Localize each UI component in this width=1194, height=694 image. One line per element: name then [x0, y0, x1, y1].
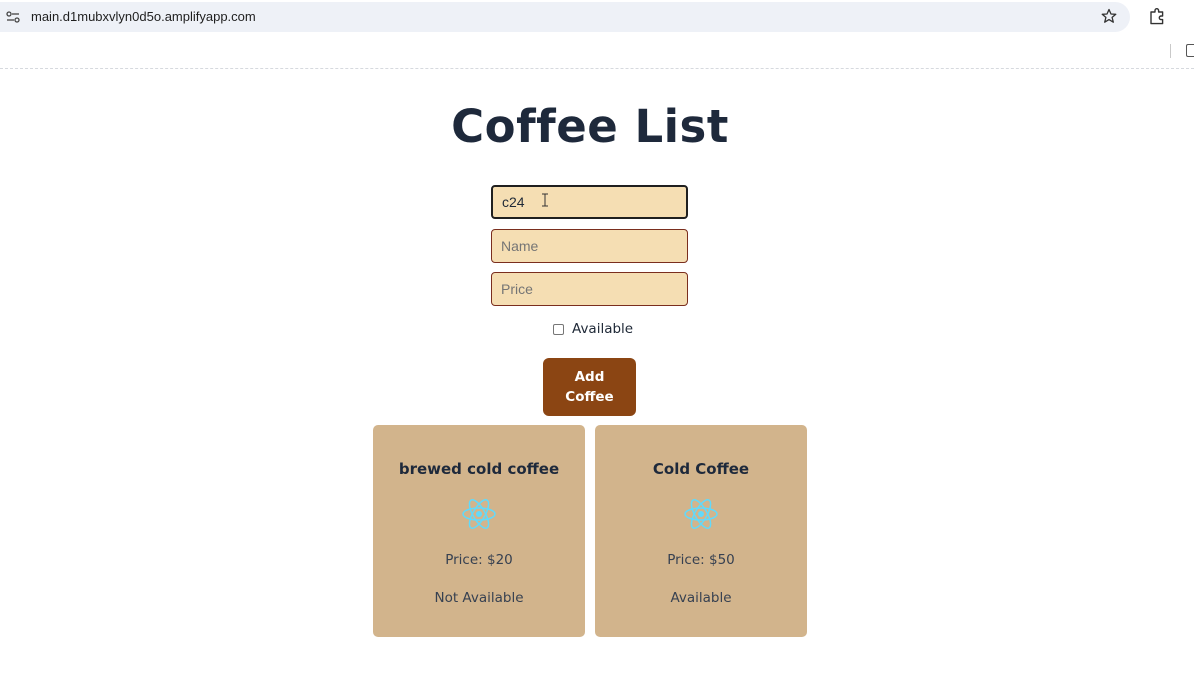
extensions-icon[interactable]	[1148, 7, 1166, 25]
available-row: Available	[553, 320, 633, 338]
coffee-price: Price: $50	[667, 552, 735, 568]
url-text[interactable]: main.d1mubxvlyn0d5o.amplifyapp.com	[31, 9, 256, 24]
available-checkbox[interactable]	[553, 323, 564, 335]
coffee-name: brewed cold coffee	[398, 460, 560, 478]
available-label[interactable]: Available	[572, 321, 633, 337]
id-input[interactable]	[491, 185, 688, 219]
coffee-card: Cold Coffee Price: $50 Available	[595, 425, 807, 637]
page-title: Coffee List	[451, 100, 729, 153]
react-icon	[462, 499, 496, 529]
bookmarks-separator	[1170, 44, 1171, 58]
add-coffee-button[interactable]: Add Coffee	[543, 358, 636, 416]
chrome-divider	[0, 68, 1194, 69]
coffee-availability: Available	[670, 590, 732, 606]
address-bar[interactable]: main.d1mubxvlyn0d5o.amplifyapp.com	[0, 2, 1130, 32]
text-cursor-icon	[542, 193, 548, 207]
bookmarks-bar	[0, 35, 1194, 68]
browser-toolbar: main.d1mubxvlyn0d5o.amplifyapp.com	[0, 0, 1194, 35]
coffee-price: Price: $20	[445, 552, 513, 568]
bookmark-folder-icon[interactable]	[1186, 44, 1194, 57]
price-input[interactable]	[491, 272, 688, 306]
name-input[interactable]	[491, 229, 688, 263]
coffee-name: Cold Coffee	[652, 460, 750, 478]
site-info-icon[interactable]	[6, 11, 20, 23]
coffee-card: brewed cold coffee Price: $20 Not Availa…	[373, 425, 585, 637]
react-icon	[684, 499, 718, 529]
coffee-availability: Not Available	[434, 590, 524, 606]
bookmark-star-icon[interactable]	[1101, 8, 1117, 24]
